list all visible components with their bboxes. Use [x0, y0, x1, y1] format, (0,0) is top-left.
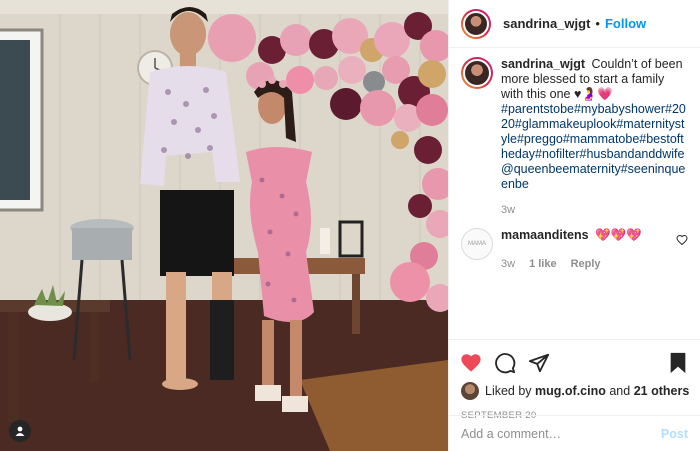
post-actions: Liked by mug.of.cino and 21 others SEPTE… [449, 339, 700, 421]
post-comment-button[interactable]: Post [661, 427, 688, 441]
comment-like-heart-icon[interactable] [676, 234, 688, 246]
add-comment-bar: Post [449, 415, 700, 451]
caption: sandrina_wjgt Couldn’t of been more bles… [461, 57, 688, 216]
commenter-avatar[interactable]: MAMA [461, 228, 493, 260]
caption-age[interactable]: 3w [501, 204, 515, 216]
comment-likes[interactable]: 1 like [529, 258, 557, 270]
commenter-username[interactable]: mamaanditens [501, 228, 589, 242]
comment-text: 💖💖💖 [595, 228, 642, 242]
reply-button[interactable]: Reply [571, 258, 601, 270]
likes-prefix: Liked by [485, 384, 532, 398]
share-icon[interactable] [527, 351, 551, 375]
user-tag-icon[interactable] [9, 420, 31, 442]
likes-and: and [609, 384, 631, 398]
comment-icon[interactable] [493, 351, 517, 375]
bookmark-icon[interactable] [666, 351, 690, 375]
likes-summary: Liked by mug.of.cino and 21 others [459, 382, 690, 400]
comments-list[interactable]: sandrina_wjgt Couldn’t of been more bles… [449, 57, 700, 339]
post-header: sandrina_wjgt • Follow [449, 0, 700, 48]
comment-input[interactable] [461, 426, 661, 441]
follow-button[interactable]: Follow [605, 16, 646, 31]
caption-username[interactable]: sandrina_wjgt [501, 57, 585, 71]
photo-illustration [0, 0, 448, 451]
post-side-panel: sandrina_wjgt • Follow sandrina_wjgt Cou… [448, 0, 700, 451]
comment-age[interactable]: 3w [501, 258, 515, 270]
post-photo[interactable] [0, 0, 448, 451]
caption-hashtags[interactable]: #parentstobe#mybabyshower#2020#glammakeu… [501, 102, 686, 191]
likes-others[interactable]: 21 others [634, 384, 690, 398]
caption-avatar[interactable] [461, 57, 493, 89]
liker-username[interactable]: mug.of.cino [535, 384, 606, 398]
liker-avatar[interactable] [461, 382, 479, 400]
heart-icon[interactable] [459, 351, 483, 375]
author-username[interactable]: sandrina_wjgt [503, 16, 590, 31]
header-separator: • [595, 16, 600, 31]
post-viewer: sandrina_wjgt • Follow sandrina_wjgt Cou… [0, 0, 700, 451]
author-avatar[interactable] [461, 8, 491, 39]
comment-item: MAMA mamaanditens 💖💖💖 3w 1 like Reply [461, 228, 688, 270]
